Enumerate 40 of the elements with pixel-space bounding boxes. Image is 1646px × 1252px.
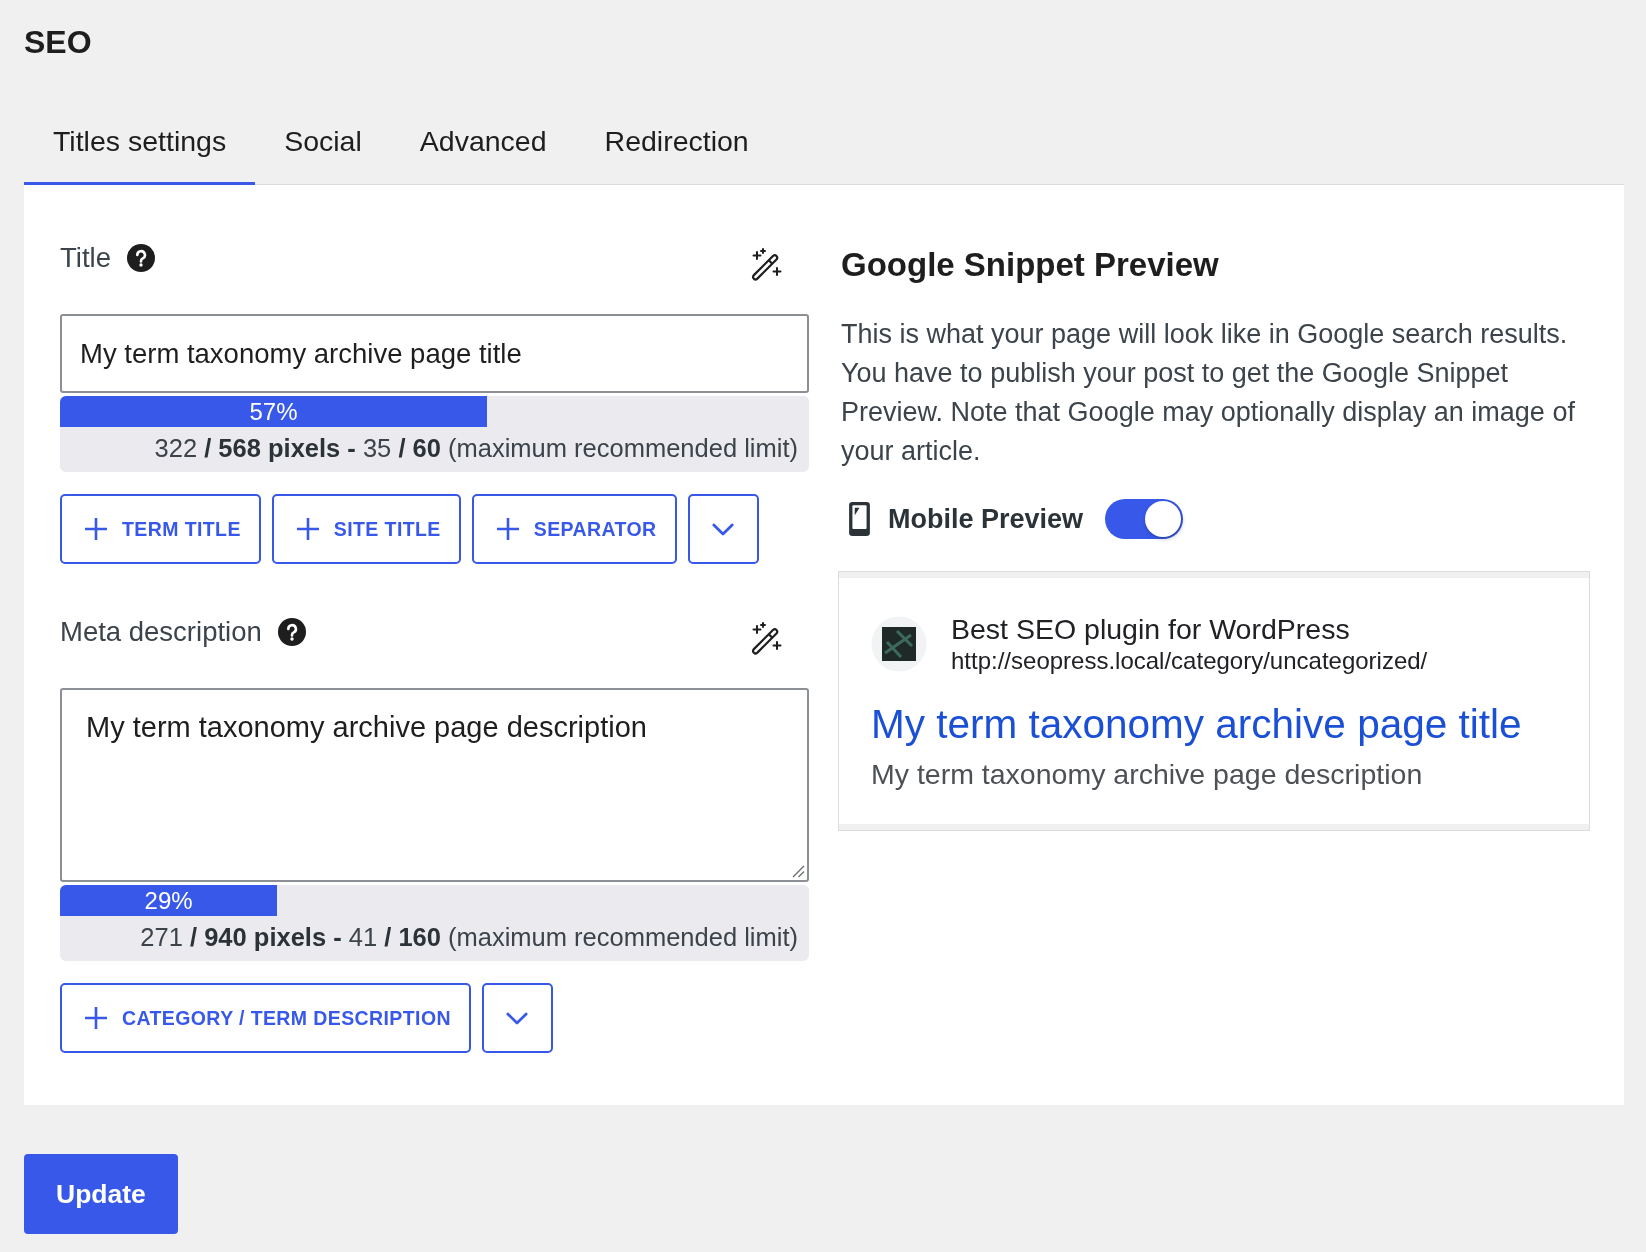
resize-grip-icon[interactable]: [791, 864, 805, 878]
pixel-counter: 322 / 568 pixels - 35 / 60 (maximum recommended limit): [153, 433, 799, 464]
tag-menu-button[interactable]: [481, 983, 553, 1053]
field-label: Meta description: [60, 616, 262, 648]
plus-icon: [84, 1006, 108, 1030]
progress-percent: 29%: [144, 886, 193, 916]
tab[interactable]: Redirection: [575, 104, 778, 185]
tab[interactable]: Advanced: [390, 104, 576, 185]
magic-wand-icon[interactable]: [749, 622, 783, 656]
favicon-icon: [871, 616, 927, 672]
mobile-preview-label: Mobile Preview: [888, 503, 1084, 535]
magic-wand-icon[interactable]: [749, 248, 783, 282]
tag-menu-button[interactable]: [687, 494, 759, 564]
chevron-down-icon: [506, 1011, 529, 1025]
help-icon[interactable]: [277, 618, 306, 646]
help-icon[interactable]: [126, 244, 155, 272]
insert-tag-button[interactable]: SEPARATOR: [471, 494, 677, 564]
result-description: My term taxonomy archive page description: [871, 757, 1423, 792]
page-title: SEO: [24, 23, 93, 61]
update-button[interactable]: Update: [24, 1154, 178, 1234]
description-textarea[interactable]: My term taxonomy archive page description: [60, 688, 809, 882]
insert-tag-button[interactable]: SITE TITLE: [271, 494, 461, 564]
smartphone-icon: [849, 502, 870, 536]
result-url: http://seopress.local/category/uncategorized/: [951, 646, 1428, 676]
pixel-counter: 271 / 940 pixels - 41 / 160 (maximum recommended limit): [139, 922, 799, 953]
insert-tag-button[interactable]: TERM TITLE: [60, 494, 261, 564]
chevron-down-icon: [712, 522, 735, 536]
mobile-preview-toggle[interactable]: [1105, 499, 1184, 539]
insert-tag-button[interactable]: CATEGORY / TERM DESCRIPTION: [60, 983, 471, 1053]
progress-percent: 57%: [249, 397, 298, 427]
tab[interactable]: Social: [255, 104, 391, 185]
field-label: Title: [60, 242, 111, 274]
plus-icon: [84, 517, 108, 541]
section-heading: Google Snippet Preview: [841, 245, 1220, 285]
site-name: Best SEO plugin for WordPress: [951, 612, 1350, 646]
preview-description: This is what your page will look like in Google search results. You have to publish your post to get the Google Snippet Preview. Note that Google may optionally display an image of your article.: [841, 318, 1576, 468]
result-title-link[interactable]: My term taxonomy archive page title: [871, 700, 1522, 748]
title-input[interactable]: My term taxonomy archive page title: [60, 314, 809, 393]
plus-icon: [295, 517, 320, 541]
plus-icon: [495, 517, 520, 541]
